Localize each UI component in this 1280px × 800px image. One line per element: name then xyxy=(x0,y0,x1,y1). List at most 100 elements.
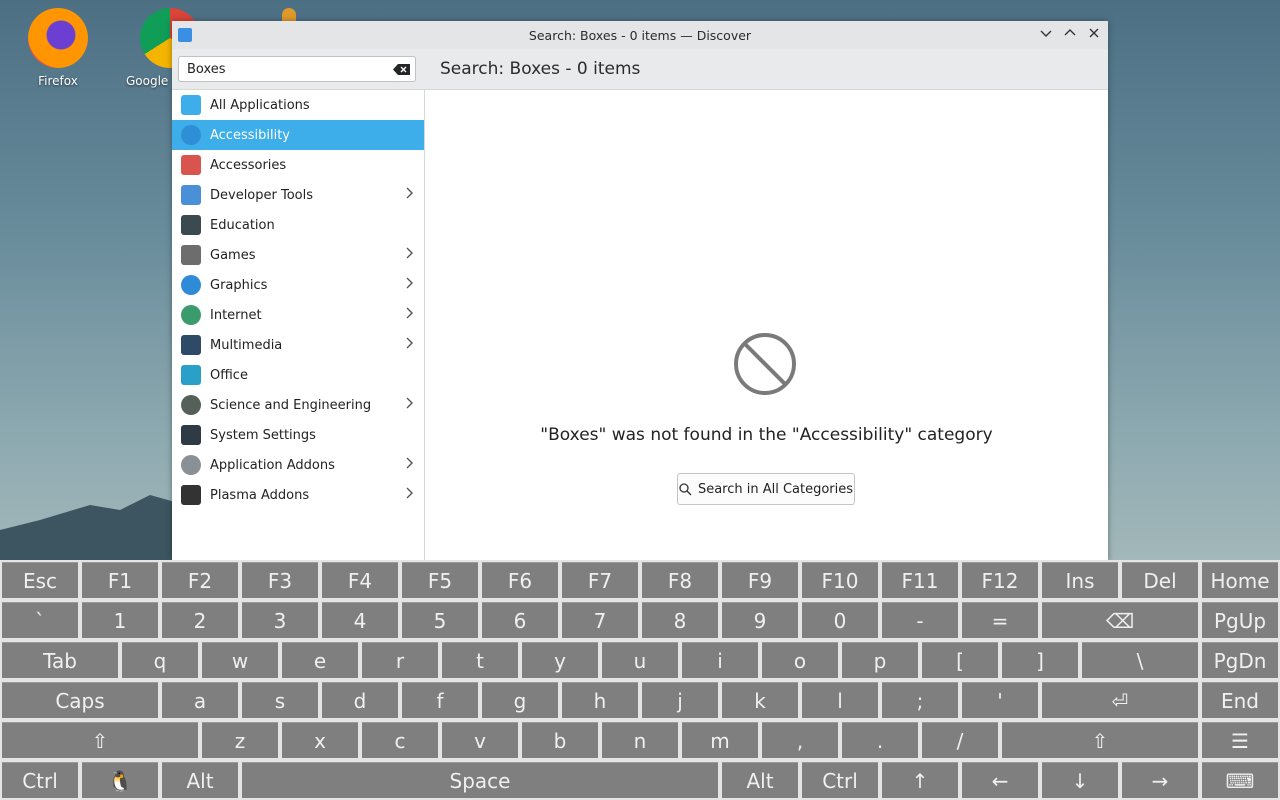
keyboard-key[interactable]: Ctrl xyxy=(2,762,78,798)
keyboard-key[interactable]: 0 xyxy=(802,602,878,638)
category-item[interactable]: Office xyxy=(172,360,424,390)
keyboard-key[interactable]: \ xyxy=(1082,642,1198,678)
keyboard-key[interactable]: , xyxy=(762,722,838,758)
keyboard-key[interactable]: n xyxy=(602,722,678,758)
category-item[interactable]: Internet xyxy=(172,300,424,330)
keyboard-key[interactable]: F3 xyxy=(242,562,318,598)
keyboard-key[interactable]: v xyxy=(442,722,518,758)
keyboard-key[interactable]: ⇧ xyxy=(2,722,198,758)
keyboard-key[interactable]: l xyxy=(802,682,878,718)
keyboard-key[interactable]: 6 xyxy=(482,602,558,638)
keyboard-key[interactable]: F8 xyxy=(642,562,718,598)
maximize-button[interactable] xyxy=(1062,27,1078,43)
keyboard-key[interactable]: Tab xyxy=(2,642,118,678)
keyboard-key[interactable]: . xyxy=(842,722,918,758)
clear-search-button[interactable] xyxy=(393,62,411,76)
keyboard-key[interactable]: u xyxy=(602,642,678,678)
keyboard-key[interactable]: F6 xyxy=(482,562,558,598)
search-field[interactable] xyxy=(178,56,416,82)
keyboard-key[interactable]: End xyxy=(1202,682,1278,718)
keyboard-key[interactable]: z xyxy=(202,722,278,758)
keyboard-key[interactable]: 7 xyxy=(562,602,638,638)
keyboard-key[interactable]: r xyxy=(362,642,438,678)
keyboard-key[interactable]: a xyxy=(162,682,238,718)
keyboard-key[interactable]: w xyxy=(202,642,278,678)
keyboard-key[interactable]: F5 xyxy=(402,562,478,598)
category-item[interactable]: Application Addons xyxy=(172,450,424,480)
keyboard-key[interactable]: PgUp xyxy=(1202,602,1278,638)
keyboard-key[interactable]: f xyxy=(402,682,478,718)
category-item[interactable]: System Settings xyxy=(172,420,424,450)
keyboard-key[interactable]: 3 xyxy=(242,602,318,638)
keyboard-key[interactable]: Ctrl xyxy=(802,762,878,798)
keyboard-key[interactable]: - xyxy=(882,602,958,638)
keyboard-key[interactable]: g xyxy=(482,682,558,718)
keyboard-key[interactable]: m xyxy=(682,722,758,758)
keyboard-key[interactable]: Caps xyxy=(2,682,158,718)
category-item[interactable]: Accessories xyxy=(172,150,424,180)
search-all-categories-button[interactable]: Search in All Categories xyxy=(677,473,855,505)
category-item[interactable]: Games xyxy=(172,240,424,270)
keyboard-key[interactable]: 8 xyxy=(642,602,718,638)
keyboard-key[interactable]: h xyxy=(562,682,638,718)
category-item[interactable]: Education xyxy=(172,210,424,240)
keyboard-key[interactable]: ← xyxy=(962,762,1038,798)
keyboard-key[interactable]: q xyxy=(122,642,198,678)
keyboard-key[interactable]: Alt xyxy=(162,762,238,798)
category-item[interactable]: Graphics xyxy=(172,270,424,300)
keyboard-key[interactable]: ` xyxy=(2,602,78,638)
keyboard-key[interactable]: F7 xyxy=(562,562,638,598)
keyboard-key[interactable]: Esc xyxy=(2,562,78,598)
keyboard-key[interactable]: k xyxy=(722,682,798,718)
keyboard-key[interactable]: Home xyxy=(1202,562,1278,598)
keyboard-key[interactable]: 9 xyxy=(722,602,798,638)
keyboard-key[interactable]: F4 xyxy=(322,562,398,598)
keyboard-key[interactable]: ↓ xyxy=(1042,762,1118,798)
keyboard-key[interactable]: ⌨ xyxy=(1202,762,1278,798)
keyboard-key[interactable]: 4 xyxy=(322,602,398,638)
category-item[interactable]: Accessibility xyxy=(172,120,424,150)
keyboard-key[interactable]: e xyxy=(282,642,358,678)
keyboard-key[interactable]: b xyxy=(522,722,598,758)
keyboard-key[interactable]: F11 xyxy=(882,562,958,598)
keyboard-key[interactable]: d xyxy=(322,682,398,718)
keyboard-key[interactable]: F12 xyxy=(962,562,1038,598)
keyboard-key[interactable]: p xyxy=(842,642,918,678)
keyboard-key[interactable]: t xyxy=(442,642,518,678)
keyboard-key[interactable]: Del xyxy=(1122,562,1198,598)
close-button[interactable] xyxy=(1086,27,1102,43)
keyboard-key[interactable]: ⏎ xyxy=(1042,682,1198,718)
keyboard-key[interactable]: ; xyxy=(882,682,958,718)
category-item[interactable]: Science and Engineering xyxy=(172,390,424,420)
keyboard-key[interactable]: s xyxy=(242,682,318,718)
keyboard-key[interactable]: i xyxy=(682,642,758,678)
keyboard-key[interactable]: → xyxy=(1122,762,1198,798)
keyboard-key[interactable]: = xyxy=(962,602,1038,638)
search-input[interactable] xyxy=(185,60,393,78)
keyboard-key[interactable]: F1 xyxy=(82,562,158,598)
keyboard-key[interactable]: 🐧 xyxy=(82,762,158,798)
keyboard-key[interactable]: 1 xyxy=(82,602,158,638)
keyboard-key[interactable]: Alt xyxy=(722,762,798,798)
category-item[interactable]: Multimedia xyxy=(172,330,424,360)
keyboard-key[interactable]: j xyxy=(642,682,718,718)
keyboard-key[interactable]: [ xyxy=(922,642,998,678)
category-item[interactable]: Developer Tools xyxy=(172,180,424,210)
keyboard-key[interactable]: ] xyxy=(1002,642,1078,678)
keyboard-key[interactable]: / xyxy=(922,722,998,758)
keyboard-key[interactable]: F9 xyxy=(722,562,798,598)
keyboard-key[interactable]: F10 xyxy=(802,562,878,598)
keyboard-key[interactable]: x xyxy=(282,722,358,758)
keyboard-key[interactable]: 5 xyxy=(402,602,478,638)
keyboard-key[interactable]: ☰ xyxy=(1202,722,1278,758)
desktop-icon-firefox[interactable]: Firefox xyxy=(13,8,103,88)
keyboard-key[interactable]: Ins xyxy=(1042,562,1118,598)
keyboard-key[interactable]: y xyxy=(522,642,598,678)
keyboard-key[interactable]: F2 xyxy=(162,562,238,598)
keyboard-key[interactable]: ⌫ xyxy=(1042,602,1198,638)
keyboard-key[interactable]: Space xyxy=(242,762,718,798)
minimize-button[interactable] xyxy=(1038,27,1054,43)
title-bar[interactable]: Search: Boxes - 0 items — Discover xyxy=(172,21,1108,49)
keyboard-key[interactable]: PgDn xyxy=(1202,642,1278,678)
keyboard-key[interactable]: ⇧ xyxy=(1002,722,1198,758)
